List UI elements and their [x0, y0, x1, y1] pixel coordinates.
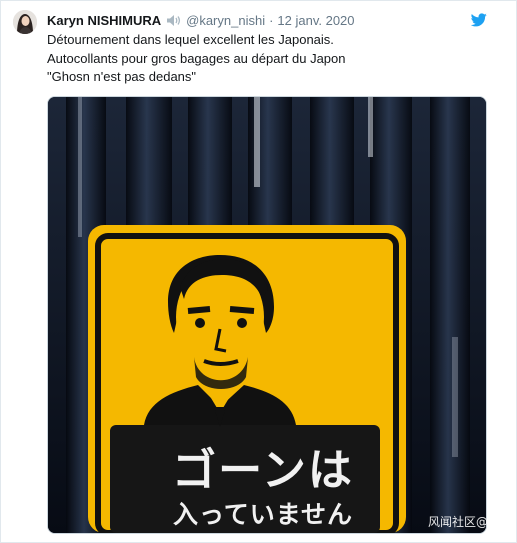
sticker-text-sub: 入っていません	[172, 500, 353, 529]
author-handle[interactable]: @karyn_nishi	[186, 12, 265, 29]
tweet-line-2: Autocollants pour gros bagages au départ…	[47, 50, 346, 66]
tweet-date[interactable]: 12 janv. 2020	[277, 12, 354, 29]
tweet-header: Karyn NISHIMURA @karyn_nishi · 12 janv. …	[47, 12, 476, 29]
tweet-line-1: Détournement dans lequel excellent les J…	[47, 32, 334, 47]
separator-dot: ·	[269, 13, 274, 28]
watermark-text: 风闻社区@德不	[427, 515, 512, 529]
tweet-card: Karyn NISHIMURA @karyn_nishi · 12 janv. …	[0, 0, 517, 543]
avatar-image	[13, 10, 37, 34]
sticker-text-main: ゴーンは	[172, 445, 354, 496]
twitter-bird-icon[interactable]	[470, 13, 487, 27]
tweet-line-3: "Ghosn n'est pas dedans"	[47, 69, 197, 84]
author-name[interactable]: Karyn NISHIMURA	[47, 12, 161, 29]
tweet-text: Détournement dans lequel excellent les J…	[47, 31, 487, 87]
avatar[interactable]	[13, 10, 37, 34]
tweet-photo[interactable]: ゴーンは 入っていません	[47, 96, 487, 534]
speaker-volume-icon	[166, 14, 182, 27]
